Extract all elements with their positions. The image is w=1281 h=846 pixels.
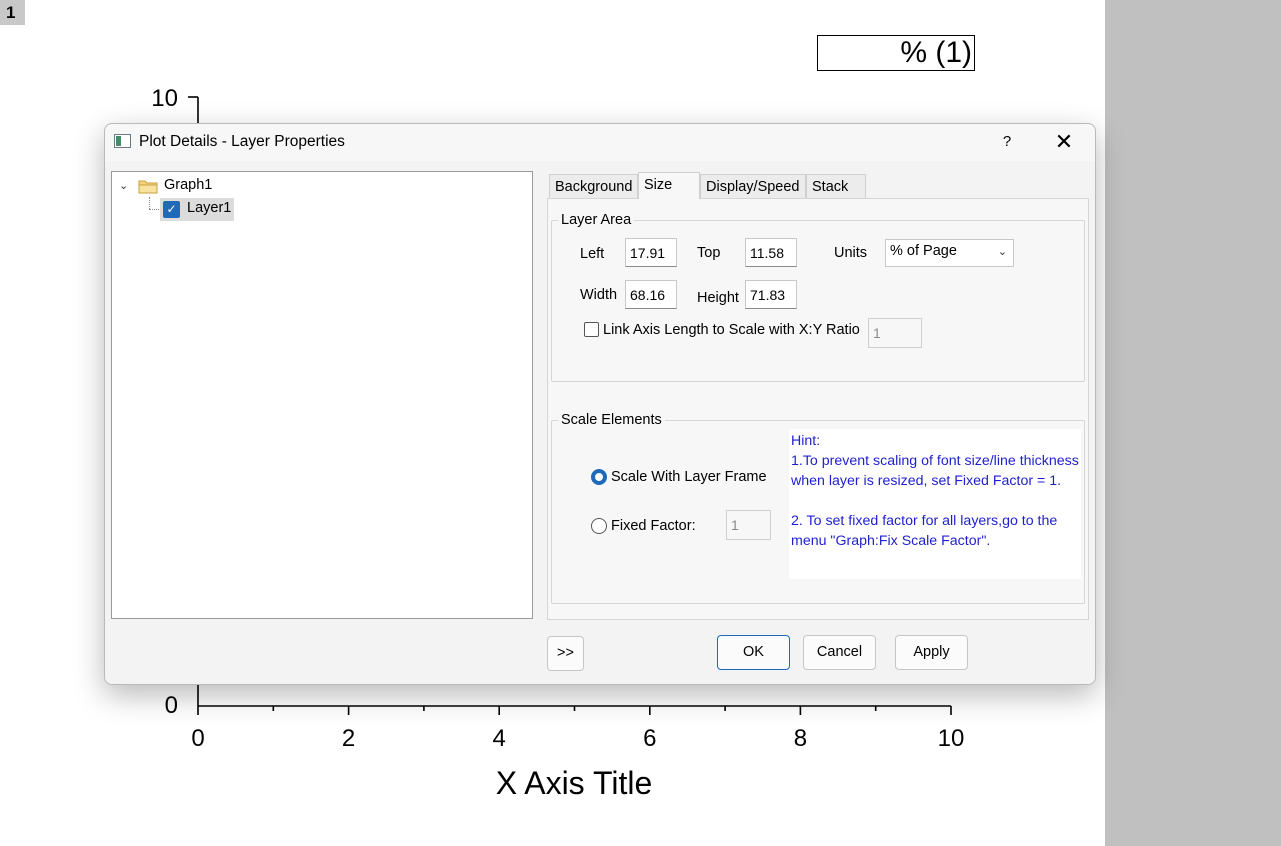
top-input[interactable] xyxy=(745,238,797,267)
layer-area-legend: Layer Area xyxy=(561,212,632,228)
x-tick-label: 2 xyxy=(342,725,355,752)
left-input[interactable] xyxy=(625,238,677,267)
tab-background[interactable]: Background xyxy=(549,174,638,198)
y-tick-label-10: 10 xyxy=(151,85,178,112)
plot-details-dialog: Plot Details - Layer Properties ? ✕ ⌄ Gr… xyxy=(104,123,1096,685)
page-margin-area xyxy=(1105,0,1281,846)
tree-connector xyxy=(149,197,150,209)
x-tick-label: 8 xyxy=(794,725,807,752)
height-label: Height xyxy=(697,290,739,306)
tree-item-graph1[interactable]: Graph1 xyxy=(164,177,212,193)
chevron-down-icon[interactable]: ⌄ xyxy=(119,179,128,192)
hint-text: Hint: 1.To prevent scaling of font size/… xyxy=(789,429,1081,579)
y-tick-label-0: 0 xyxy=(165,692,178,719)
fixed-factor-label[interactable]: Fixed Factor: xyxy=(611,518,696,534)
help-button[interactable]: ? xyxy=(995,130,1019,154)
object-tree[interactable]: ⌄ Graph1 ✓ Layer1 xyxy=(111,171,533,619)
checkmark-icon[interactable]: ✓ xyxy=(163,201,180,218)
tree-item-layer1[interactable]: ✓ Layer1 xyxy=(160,198,234,221)
width-label: Width xyxy=(580,287,618,303)
scale-with-frame-radio[interactable] xyxy=(591,469,607,485)
dialog-titlebar[interactable]: Plot Details - Layer Properties ? ✕ xyxy=(105,124,1095,161)
more-options-button[interactable]: >> xyxy=(547,636,584,671)
link-axis-checkbox[interactable] xyxy=(584,322,599,337)
scale-with-frame-label[interactable]: Scale With Layer Frame xyxy=(611,469,767,485)
units-dropdown-value: % of Page xyxy=(890,243,957,259)
x-tick-label: 10 xyxy=(938,725,965,752)
tab-display-speed[interactable]: Display/Speed xyxy=(700,174,806,198)
cancel-button[interactable]: Cancel xyxy=(803,635,876,670)
height-input[interactable] xyxy=(745,280,797,309)
x-tick-label: 0 xyxy=(191,725,204,752)
top-label: Top xyxy=(697,245,721,261)
units-label: Units xyxy=(834,245,868,261)
ok-button[interactable]: OK xyxy=(717,635,790,670)
left-label: Left xyxy=(580,246,605,262)
x-tick-label: 6 xyxy=(643,725,656,752)
apply-button[interactable]: Apply xyxy=(895,635,968,670)
fixed-factor-radio[interactable] xyxy=(591,518,607,534)
tab-stack[interactable]: Stack xyxy=(806,174,866,198)
units-dropdown[interactable]: % of Page ⌄ xyxy=(885,239,1014,267)
dialog-title: Plot Details - Layer Properties xyxy=(139,133,345,150)
chevron-down-icon: ⌄ xyxy=(997,246,1007,258)
tree-item-layer1-label: Layer1 xyxy=(187,200,232,216)
x-axis-ticks: 0 2 4 6 8 10 xyxy=(191,706,964,752)
close-icon[interactable]: ✕ xyxy=(1049,129,1079,155)
xy-ratio-input[interactable] xyxy=(868,318,922,348)
scale-elements-legend: Scale Elements xyxy=(561,412,662,428)
x-axis-title[interactable]: X Axis Title xyxy=(496,765,653,801)
folder-icon xyxy=(138,180,158,194)
link-axis-label[interactable]: Link Axis Length to Scale with X:Y Ratio xyxy=(603,322,860,338)
tab-size[interactable]: Size xyxy=(638,172,700,199)
x-tick-label: 4 xyxy=(493,725,506,752)
fixed-factor-input[interactable] xyxy=(726,510,771,540)
width-input[interactable] xyxy=(625,280,677,309)
plot-details-app-icon xyxy=(114,134,131,148)
